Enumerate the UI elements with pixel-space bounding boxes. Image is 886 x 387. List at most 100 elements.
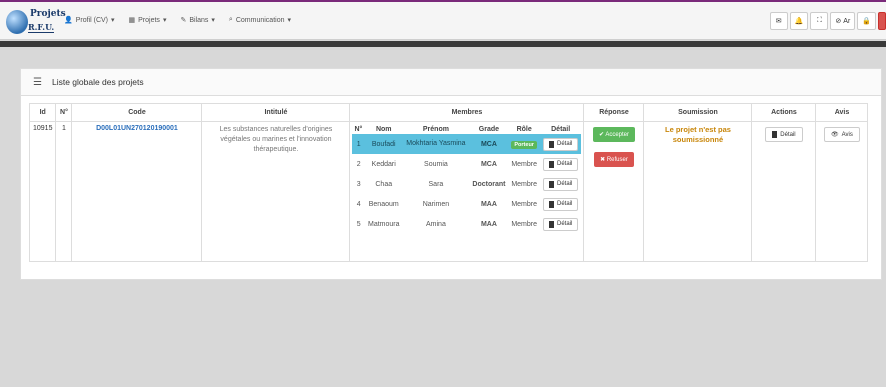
member-detail-button[interactable]: Détail xyxy=(542,197,579,211)
projects-table: Id N° Code Intitulé Membres Réponse Soum… xyxy=(28,103,869,262)
table-header-row: Id N° Code Intitulé Membres Réponse Soum… xyxy=(28,103,869,122)
col-num: N° xyxy=(55,103,73,122)
language-button[interactable]: ⊘ Ar xyxy=(830,12,856,30)
member-prenom: Narimen xyxy=(422,200,450,208)
globe-icon xyxy=(6,10,28,34)
nav-projets[interactable]: ▦ Projets ▾ xyxy=(129,16,167,25)
messages-button[interactable]: ✉ xyxy=(769,12,788,30)
document-icon xyxy=(548,220,554,228)
envelope-icon: ✉ xyxy=(775,18,782,25)
nav-projets-label: Projets xyxy=(138,16,160,24)
cell-reponse: ✔ Accepter ✖ Refuser xyxy=(583,121,645,262)
member-nom: Matmoura xyxy=(367,220,400,228)
fullscreen-button[interactable]: ⛶ xyxy=(810,12,829,30)
lock-button[interactable]: 🔒 xyxy=(857,12,876,30)
nav-bilans-label: Bilans xyxy=(189,16,209,24)
member-num: 3 xyxy=(356,180,361,188)
cell-intitule: Les substances naturelles d'origines vég… xyxy=(201,121,351,262)
member-row: 5 Matmoura Amina MAA Membre Détail xyxy=(352,214,581,234)
accept-label: Accepter xyxy=(605,132,629,138)
member-detail-button[interactable]: Détail xyxy=(542,177,579,191)
lock-icon: 🔒 xyxy=(862,18,871,25)
cell-membres: N° Nom Prénom Grade Rôle Détail 1 Boufad… xyxy=(349,121,585,262)
chevron-down-icon: ▾ xyxy=(211,17,215,24)
member-role: Membre xyxy=(511,180,538,188)
members-col-grade: Grade xyxy=(478,125,500,133)
col-code: Code xyxy=(71,103,203,122)
chat-icon: ⌕ xyxy=(228,16,233,23)
member-nom: Chaa xyxy=(375,180,393,188)
nav-communication[interactable]: ⌕ Communication ▾ xyxy=(229,16,291,24)
logout-button[interactable] xyxy=(878,12,886,30)
project-detail-label: Détail xyxy=(780,131,796,138)
main-nav: 👤 Profil (CV) ▾ ▦ Projets ▾ ✎ Bilans ▾ ⌕… xyxy=(64,16,291,24)
member-grade: MAA xyxy=(480,200,497,208)
col-soumission: Soumission xyxy=(643,103,753,122)
role-badge: Porteur xyxy=(511,140,537,149)
member-detail: Détail xyxy=(540,194,582,214)
members-table: N° Nom Prénom Grade Rôle Détail 1 Boufad… xyxy=(352,124,582,234)
refuse-button[interactable]: ✖ Refuser xyxy=(594,152,634,167)
app-logo[interactable]: Projets R.F.U. xyxy=(6,6,66,38)
member-num: 4 xyxy=(356,200,361,208)
col-id: Id xyxy=(28,103,57,122)
member-detail-label: Détail xyxy=(556,201,573,207)
project-code-link[interactable]: D00L01UN270120190001 xyxy=(96,125,178,132)
nav-communication-label: Communication xyxy=(235,16,285,24)
member-detail-button[interactable]: Détail xyxy=(542,217,579,231)
member-detail-button[interactable]: Détail xyxy=(542,137,579,151)
members-header-row: N° Nom Prénom Grade Rôle Détail xyxy=(352,124,581,134)
logo-subtitle: R.F.U. xyxy=(28,22,55,33)
panel-header: ☰ Liste globale des projets xyxy=(21,69,881,96)
nav-bilans[interactable]: ✎ Bilans ▾ xyxy=(180,16,215,25)
member-num: 2 xyxy=(356,160,361,168)
chevron-down-icon: ▾ xyxy=(162,17,167,24)
bell-icon: 🔔 xyxy=(794,18,804,25)
cell-code: D00L01UN270120190001 xyxy=(71,121,203,262)
project-detail-button[interactable]: Détail xyxy=(765,127,803,142)
member-prenom: Amina xyxy=(426,220,446,228)
col-reponse: Réponse xyxy=(583,103,645,122)
member-grade: MCA xyxy=(469,134,509,154)
member-detail: Détail xyxy=(540,174,582,194)
nav-profil[interactable]: 👤 Profil (CV) ▾ xyxy=(64,16,115,25)
menu-icon[interactable]: ☰ xyxy=(33,77,42,88)
cell-avis: 👁 Avis xyxy=(815,121,869,262)
member-num: 1 xyxy=(352,134,365,154)
close-icon: ✖ xyxy=(600,157,606,163)
document-icon xyxy=(772,131,778,138)
table-row: 10915 1 D00L01UN270120190001 Les substan… xyxy=(28,121,869,262)
col-intitule: Intitulé xyxy=(201,103,351,122)
member-detail-label: Détail xyxy=(556,181,573,187)
member-detail-button[interactable]: Détail xyxy=(542,157,579,171)
member-row: 4 Benaoum Narimen MAA Membre Détail xyxy=(352,194,581,214)
chevron-down-icon: ▾ xyxy=(111,17,115,24)
expand-icon: ⛶ xyxy=(816,17,822,24)
user-icon: 👤 xyxy=(64,17,73,24)
col-avis: Avis xyxy=(815,103,869,122)
accept-button[interactable]: ✔ Accepter xyxy=(592,127,635,142)
member-row: 3 Chaa Sara Doctorant Membre Détail xyxy=(352,174,581,194)
member-role: Membre xyxy=(511,220,538,228)
soumission-status: Le projet n'est pas soumissionné xyxy=(664,125,731,144)
member-grade: MAA xyxy=(480,220,497,228)
notifications-button[interactable]: 🔔 xyxy=(789,12,809,30)
document-icon xyxy=(548,160,554,168)
member-prenom: Mokhtaria Yasmina xyxy=(402,134,470,154)
top-navbar: Projets R.F.U. 👤 Profil (CV) ▾ ▦ Projets… xyxy=(0,0,886,40)
col-membres: Membres xyxy=(349,103,585,122)
globe-small-icon: ⊘ xyxy=(835,18,842,25)
members-col-role: Rôle xyxy=(516,125,532,133)
member-role: Membre xyxy=(511,200,538,208)
members-col-detail: Détail xyxy=(551,125,571,133)
member-grade: MCA xyxy=(480,160,497,168)
members-col-num: N° xyxy=(354,125,363,133)
header-separator xyxy=(0,41,886,47)
document-icon xyxy=(548,180,554,188)
pencil-icon: ✎ xyxy=(180,17,187,24)
member-detail-label: Détail xyxy=(556,221,573,227)
topright-toolbar: ✉ 🔔 ⛶ ⊘ Ar 🔒 xyxy=(769,12,886,30)
avis-button[interactable]: 👁 Avis xyxy=(824,127,860,142)
member-prenom: Soumia xyxy=(424,160,448,168)
member-role: Membre xyxy=(511,160,538,168)
